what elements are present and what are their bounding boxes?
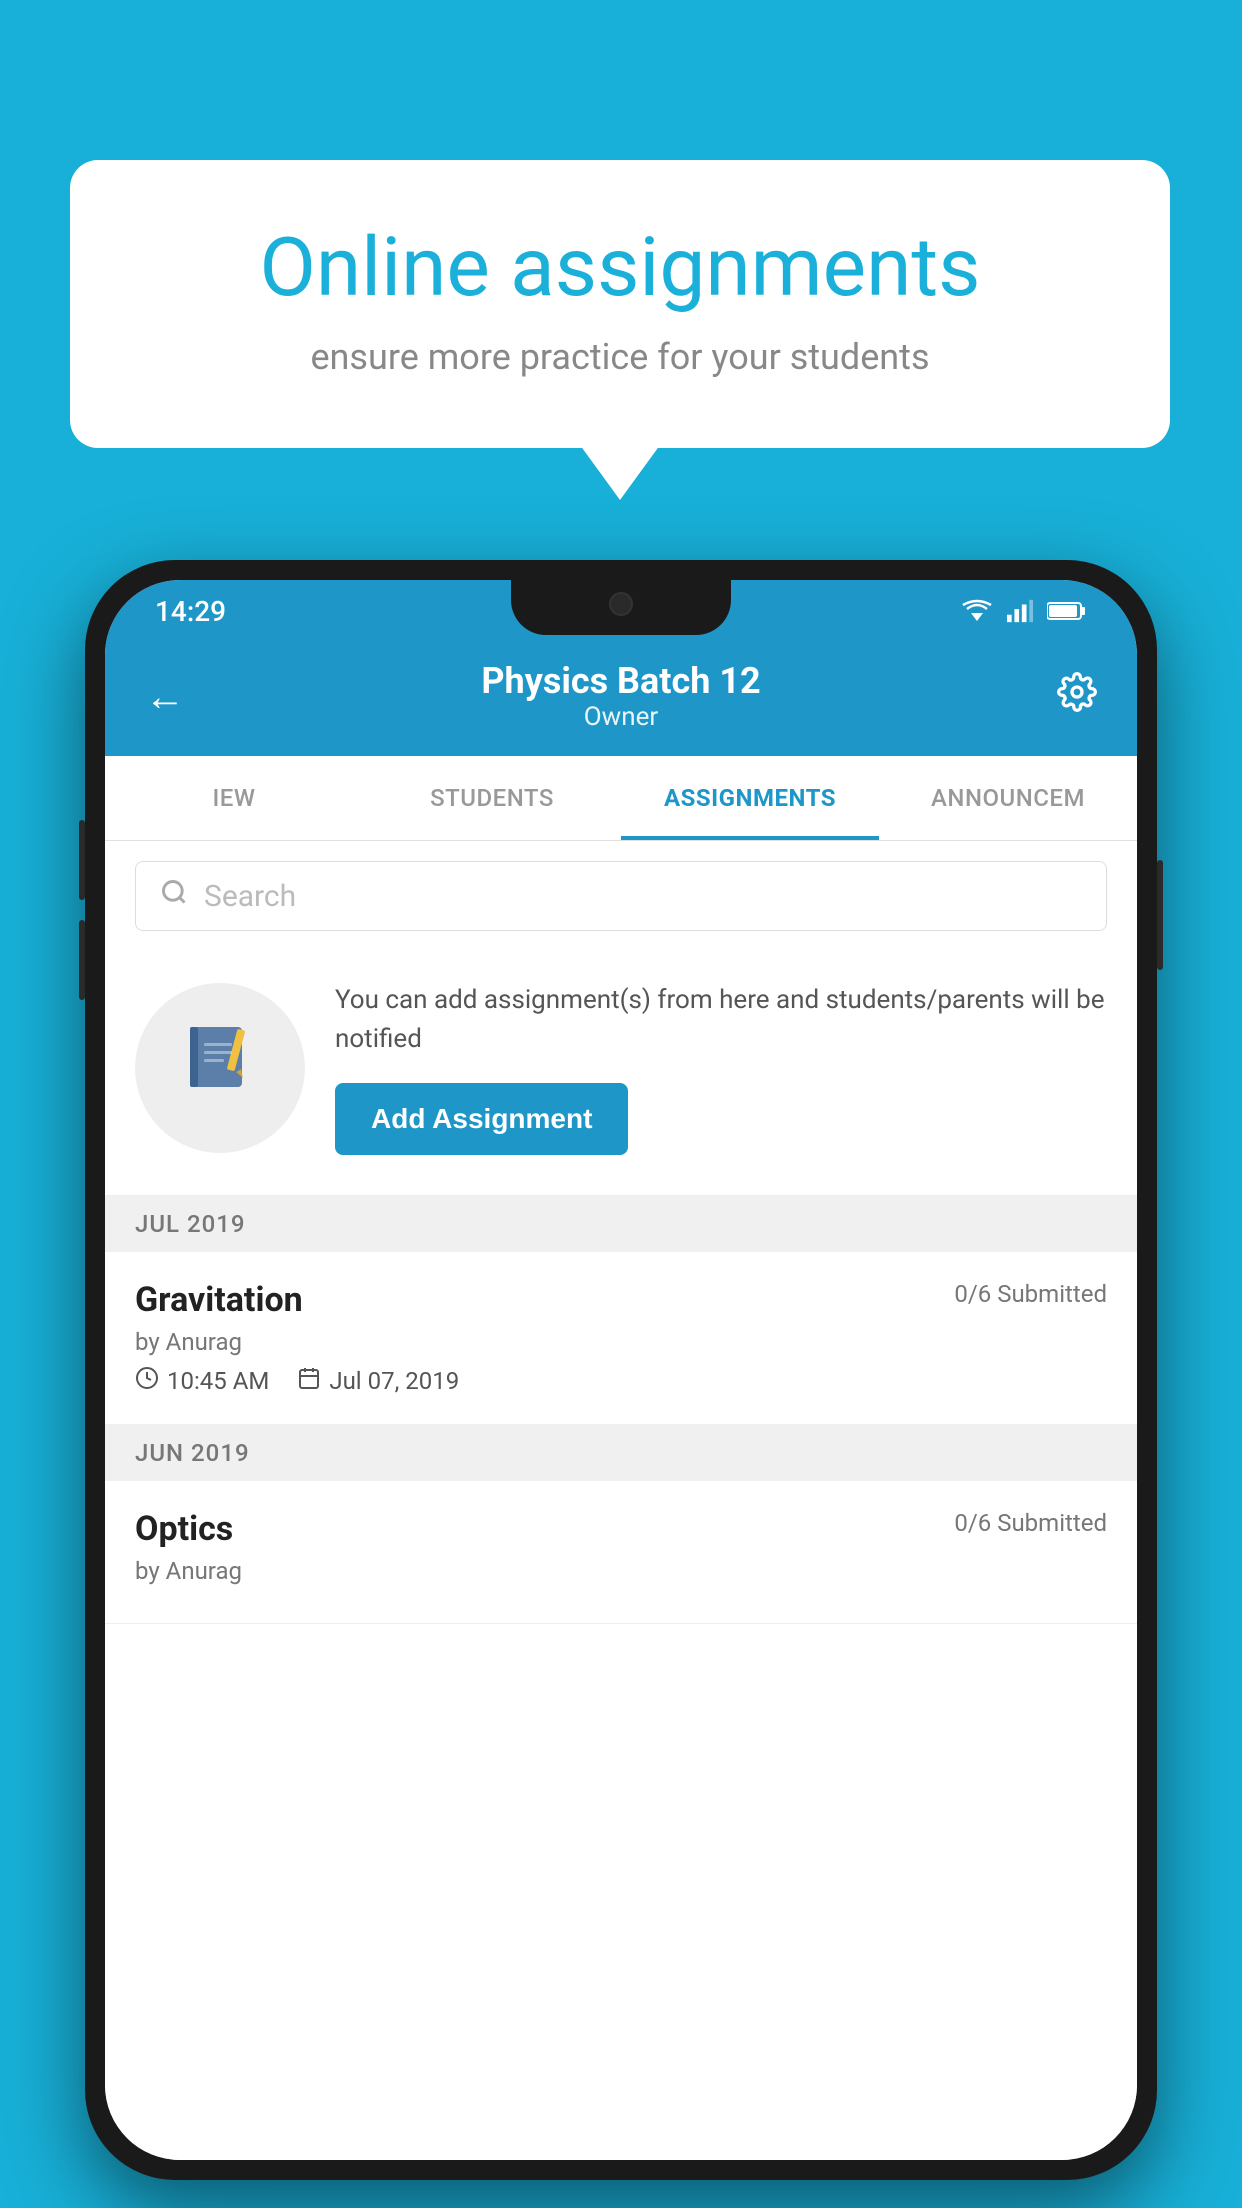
tab-iew[interactable]: IEW [105, 756, 363, 840]
signal-icon [1007, 599, 1033, 623]
month-separator-jun: JUN 2019 [105, 1425, 1137, 1481]
assignment-submitted: 0/6 Submitted [954, 1280, 1107, 1308]
settings-icon[interactable] [1057, 672, 1097, 721]
phone-screen: 14:29 [105, 580, 1137, 2160]
assignment-header: Gravitation 0/6 Submitted [135, 1280, 1107, 1320]
promo-text: You can add assignment(s) from here and … [335, 981, 1107, 1059]
volume-down-button [79, 920, 85, 1000]
volume-up-button [79, 820, 85, 900]
month-separator-jul: JUL 2019 [105, 1196, 1137, 1252]
bubble-subtitle: ensure more practice for your students [150, 336, 1090, 378]
tab-announcements[interactable]: ANNOUNCEM [879, 756, 1137, 840]
add-assignment-button[interactable]: Add Assignment [335, 1083, 628, 1155]
clock-icon [135, 1366, 159, 1396]
assignment-meta: 10:45 AM Jul 07, 201 [135, 1366, 1107, 1396]
assignment-by: by Anurag [135, 1328, 1107, 1356]
promo-content: You can add assignment(s) from here and … [335, 981, 1107, 1155]
speech-bubble: Online assignments ensure more practice … [70, 160, 1170, 448]
header-center: Physics Batch 12 Owner [185, 660, 1057, 732]
search-icon [160, 878, 188, 914]
phone-outer: 14:29 [85, 560, 1157, 2180]
search-input-wrapper[interactable]: Search [135, 861, 1107, 931]
tab-students[interactable]: STUDENTS [363, 756, 621, 840]
assignment-item-gravitation[interactable]: Gravitation 0/6 Submitted by Anurag [105, 1252, 1137, 1425]
calendar-icon [297, 1366, 321, 1396]
promo-card: You can add assignment(s) from here and … [105, 951, 1137, 1196]
phone-notch [511, 580, 731, 635]
front-camera [609, 592, 633, 616]
bubble-title: Online assignments [150, 220, 1090, 316]
status-time: 14:29 [155, 595, 226, 628]
search-placeholder: Search [204, 879, 296, 914]
speech-bubble-container: Online assignments ensure more practice … [70, 160, 1170, 448]
tab-assignments[interactable]: ASSIGNMENTS [621, 756, 879, 840]
assignment-time: 10:45 AM [135, 1366, 269, 1396]
search-bar-container: Search [105, 841, 1137, 951]
battery-icon [1047, 601, 1087, 621]
assignment-by-optics: by Anurag [135, 1557, 1107, 1585]
content-area: Search [105, 841, 1137, 2160]
date-value: Jul 07, 2019 [329, 1367, 459, 1395]
header-subtitle: Owner [185, 702, 1057, 732]
tabs-bar: IEW STUDENTS ASSIGNMENTS ANNOUNCEM [105, 756, 1137, 841]
assignment-date: Jul 07, 2019 [297, 1366, 459, 1396]
assignment-header-optics: Optics 0/6 Submitted [135, 1509, 1107, 1549]
notebook-icon [180, 1019, 260, 1117]
assignment-name: Gravitation [135, 1280, 303, 1320]
app-header: ← Physics Batch 12 Owner [105, 642, 1137, 756]
assignment-submitted-optics: 0/6 Submitted [954, 1509, 1107, 1537]
status-icons [961, 599, 1087, 623]
power-button [1157, 860, 1163, 970]
assignment-name-optics: Optics [135, 1509, 233, 1549]
phone-device: 14:29 [85, 560, 1157, 2180]
time-value: 10:45 AM [167, 1367, 269, 1395]
assignment-item-optics[interactable]: Optics 0/6 Submitted by Anurag [105, 1481, 1137, 1624]
back-button[interactable]: ← [145, 673, 185, 720]
promo-icon-circle [135, 983, 305, 1153]
wifi-icon [961, 599, 993, 623]
header-title: Physics Batch 12 [185, 660, 1057, 702]
